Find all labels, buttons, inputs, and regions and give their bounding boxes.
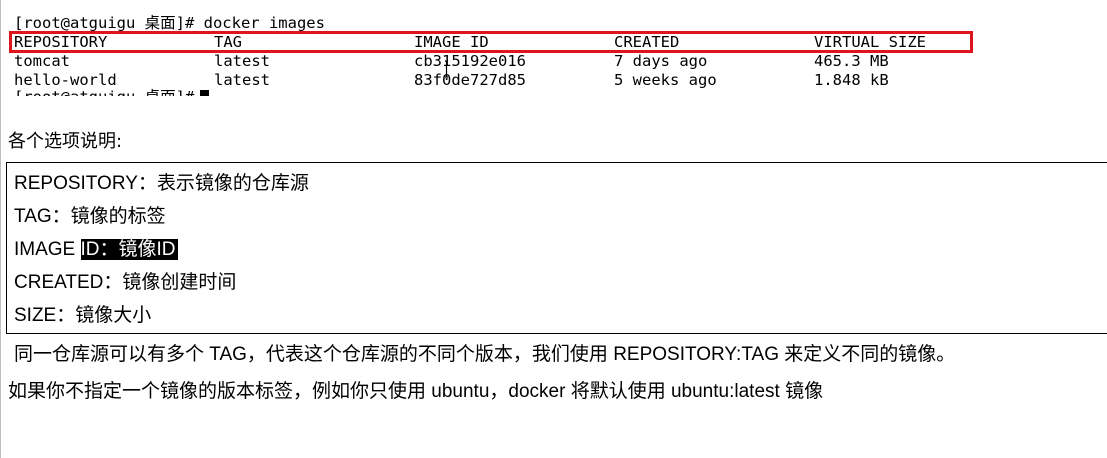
row-size: 465.3 MB [814,52,889,70]
table-row: tomcat latest cb315192e016 7 days ago 46… [0,52,1100,71]
paragraph-default-tag: 如果你不指定一个镜像的版本标签，例如你只使用 ubuntu，docker 将默认… [8,381,824,402]
option-key: CREATED [14,272,104,293]
option-key: SIZE [14,305,57,326]
option-desc-selected: ID：镜像ID [80,239,178,260]
option-desc: 表示镜像的仓库源 [156,173,309,194]
option-key: IMAGE [14,239,81,260]
option-sep: ： [103,272,123,293]
option-sep: ： [137,173,157,194]
options-heading: 各个选项说明: [8,131,123,152]
option-desc: 镜像大小 [75,305,152,326]
next-prompt-text: [root@atguigu 桌面]# [14,88,194,96]
option-desc: 镜像创建时间 [122,272,237,293]
text-cursor-icon [200,90,210,96]
option-key: TAG [14,206,52,227]
paragraph-tag-explanation: 同一仓库源可以有多个 TAG，代表这个仓库源的不同个版本，我们使用 REPOSI… [14,344,956,365]
option-size: SIZE：镜像大小 [14,304,151,328]
row-size: 1.848 kB [814,71,889,89]
option-sep: ： [51,206,71,227]
ibeam-cursor-icon [445,60,448,78]
option-sep: ： [56,305,76,326]
option-repository: REPOSITORY：表示镜像的仓库源 [14,172,309,196]
row-tag: latest [214,52,270,70]
row-tag: latest [214,71,270,89]
option-key: REPOSITORY [14,173,138,194]
row-image-id: 83f0de727d85 [414,71,526,89]
option-image-id: IMAGE ID：镜像ID [14,238,178,262]
options-box: REPOSITORY：表示镜像的仓库源 TAG：镜像的标签 IMAGE ID：镜… [6,162,1107,334]
terminal-window[interactable]: [root@atguigu 桌面]# docker images REPOSIT… [0,0,1107,96]
row-repository: tomcat [14,52,70,70]
row-created: 7 days ago [614,52,708,70]
row-created: 5 weeks ago [614,71,717,89]
row-image-id: cb315192e016 [414,52,526,70]
option-tag: TAG：镜像的标签 [14,205,166,229]
header-highlight-box [9,31,973,53]
option-desc: 镜像的标签 [70,206,166,227]
option-created: CREATED：镜像创建时间 [14,271,236,295]
terminal-next-prompt[interactable]: [root@atguigu 桌面]# [14,88,210,96]
